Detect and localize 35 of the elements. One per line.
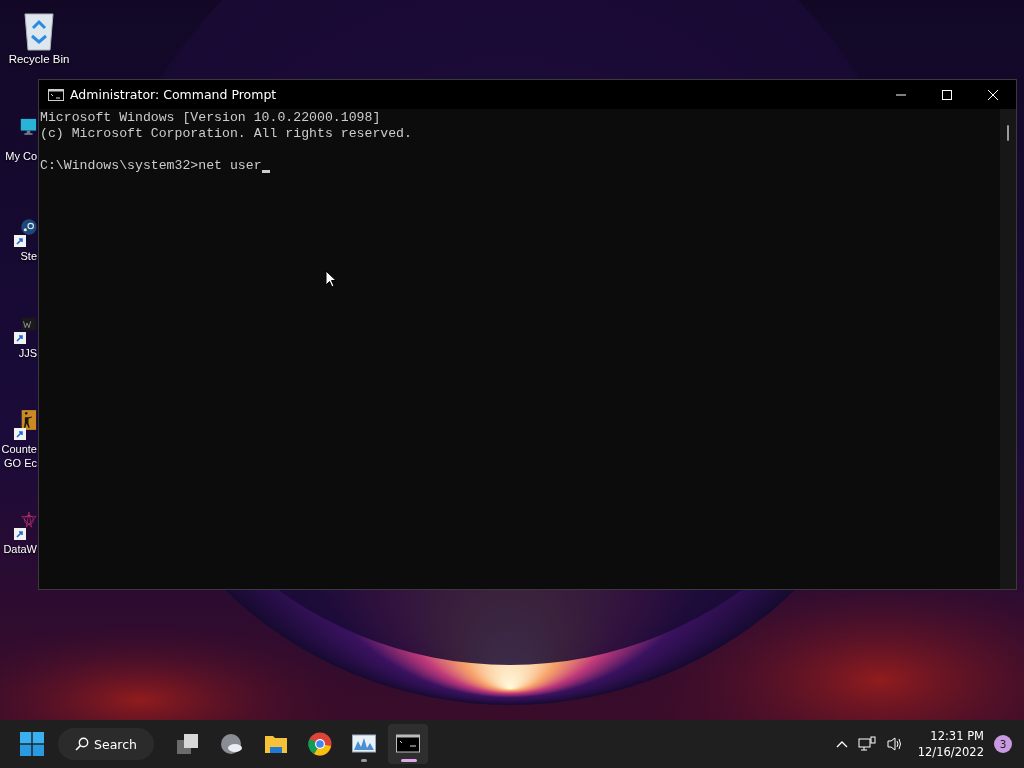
- clock-date[interactable]: 12/16/2022: [917, 744, 984, 760]
- chart-monitor-icon: [352, 732, 376, 756]
- command-prompt-text: C:\Windows\system32>: [40, 158, 199, 174]
- close-icon: [988, 89, 998, 100]
- taskbar-app-button[interactable]: [388, 724, 428, 764]
- console-icon: [48, 88, 64, 101]
- icon-label: JJS: [18, 346, 37, 360]
- icon-label: Recycle Bin: [8, 52, 70, 66]
- speaker-icon[interactable]: [885, 736, 904, 752]
- cloud-icon: [220, 732, 244, 756]
- maximize-icon: [942, 89, 952, 100]
- browser-icon: [308, 732, 332, 756]
- console-line: (c) Microsoft Corporation. All rights reserved.: [40, 126, 413, 142]
- icon-label: DataW: [3, 542, 37, 556]
- text-cursor: [261, 170, 270, 173]
- chevron-up-icon[interactable]: [835, 740, 848, 748]
- console-line: Microsoft Windows [Version 10.0.22000.1098]: [40, 110, 382, 126]
- notification-badge[interactable]: 3: [994, 735, 1012, 753]
- network-icon[interactable]: [857, 736, 876, 752]
- command-input[interactable]: net user: [198, 158, 262, 174]
- task-view-icon: [176, 732, 200, 756]
- scrollbar[interactable]: [1000, 109, 1016, 589]
- icon-label: My Co: [5, 149, 37, 163]
- icon-label: Counte: [1, 442, 37, 456]
- search-button[interactable]: Search: [58, 728, 154, 760]
- window-title: Administrator: Command Prompt: [70, 87, 277, 102]
- search-icon: [75, 737, 89, 751]
- icon-label: GO Ec: [4, 456, 37, 470]
- scrollbar-thumb[interactable]: [1007, 125, 1009, 141]
- icon-label: Ste: [20, 249, 37, 263]
- console-area[interactable]: Microsoft Windows [Version 10.0.22000.1098] (c) Microsoft Corporation. All rights reserved. C:\Windows\system32>net user: [39, 109, 1000, 589]
- clock-time[interactable]: 12:31 PM: [930, 728, 984, 744]
- console-icon: [396, 732, 420, 756]
- mouse-pointer-icon: [325, 270, 337, 288]
- windows-logo-icon: [20, 732, 44, 756]
